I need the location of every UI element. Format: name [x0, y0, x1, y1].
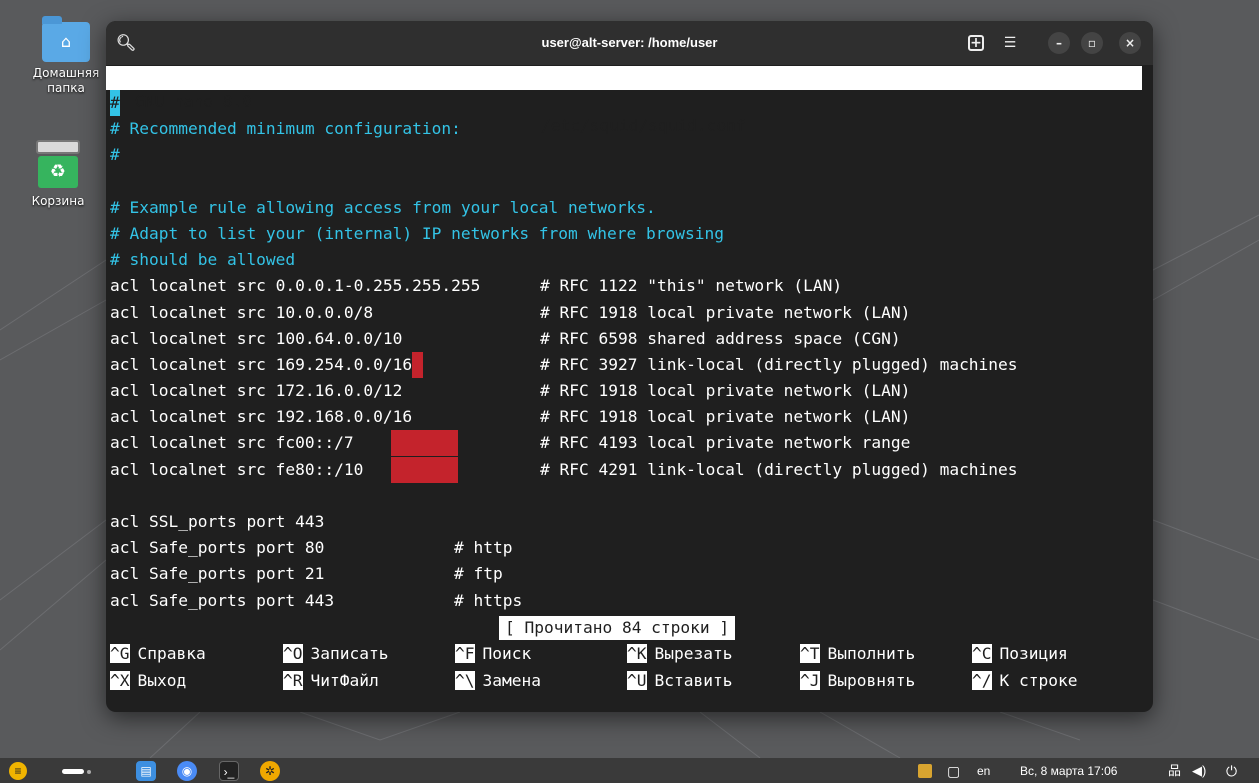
desktop-home-label: Домашняя папка: [32, 66, 100, 95]
terminal-app-icon[interactable]: ›_: [219, 761, 239, 781]
shortcut-write[interactable]: ^O Записать: [283, 640, 388, 667]
acl-rule: acl localnet src 10.0.0.0/8: [110, 302, 374, 322]
acl-rule: acl localnet src fe80::/10: [110, 459, 364, 479]
desktop-trash[interactable]: ♻ Корзина: [23, 140, 93, 209]
editor-line: acl Safe_ports port 80 # http: [110, 535, 1153, 561]
folder-home-icon: ⌂: [42, 16, 90, 62]
editor-line: acl Safe_ports port 443 # https: [110, 588, 1153, 614]
minimize-icon[interactable]: –: [1048, 32, 1070, 54]
new-tab-icon[interactable]: +: [968, 35, 984, 51]
shortcut-replace[interactable]: ^\ Замена: [455, 667, 541, 694]
editor-line: # should be allowed: [110, 250, 296, 270]
acl-rule: acl Safe_ports port 21: [110, 564, 325, 584]
editor-line: acl SSL_ports port 443: [110, 512, 325, 531]
acl-rule: acl Safe_ports port 80: [110, 538, 325, 558]
workspace-switcher-icon[interactable]: [62, 760, 92, 782]
acl-comment: # RFC 1918 local private network (LAN): [540, 302, 911, 322]
nano-header: GNU nano 8.0 /etc/squid/squid.conf: [106, 66, 1142, 135]
shortcut-read-file[interactable]: ^R ЧитФайл: [283, 667, 379, 694]
editor-line: #: [110, 90, 1153, 117]
chromium-browser-icon[interactable]: ◉: [177, 761, 197, 781]
desktop-home-folder[interactable]: ⌂ Домашняя папка: [31, 16, 101, 96]
window-title: user@alt-server: /home/user: [541, 35, 718, 50]
text-cursor: #: [110, 90, 120, 117]
shortcut-go-to-line[interactable]: ^/К строке: [972, 667, 1077, 694]
redaction-mark: [412, 351, 424, 378]
acl-comment: # RFC 4291 link-local (directly plugged)…: [540, 459, 1018, 479]
editor-line: # Recommended minimum configuration:: [110, 119, 461, 139]
terminal-window: 🔍︎ user@alt-server: /home/user + ☰ – ▫ ×…: [106, 21, 1153, 712]
trash-icon: ♻: [36, 140, 80, 190]
editor-line: acl localnet src 192.168.0.0/16 # RFC 191…: [110, 404, 1153, 430]
editor-line: acl localnet src 172.16.0.0/12 # RFC 1918…: [110, 378, 1153, 404]
maximize-icon[interactable]: ▫: [1081, 32, 1103, 54]
editor-line: acl localnet src 100.64.0.0/10 # RFC 6598…: [110, 326, 1153, 352]
shortcut-row-2: ^X Выход ^R ЧитФайл ^\ Замена ^U Вставить ^J…: [110, 667, 1153, 694]
menu-icon[interactable]: ☰: [999, 32, 1021, 54]
desktop-trash-label: Корзина: [31, 194, 85, 208]
editor-line: acl localnet src 0.0.0.1-0.255.255.255 # …: [110, 273, 1153, 299]
shortcut-justify[interactable]: ^J Выровнять: [800, 667, 915, 694]
shortcut-cut[interactable]: ^K Вырезать: [627, 640, 732, 667]
acl-rule: acl localnet src 192.168.0.0/16: [110, 407, 413, 427]
file-manager-icon[interactable]: ▤: [136, 761, 156, 781]
nano-status-bar: [ Прочитано 84 строки ]: [110, 614, 1153, 640]
acl-comment: # RFC 6598 shared address space (CGN): [540, 328, 901, 348]
clock-datetime[interactable]: Вс, 8 марта 17:06: [1020, 760, 1117, 782]
editor-line: acl localnet src fe80::/10 # RFC 4291 lin…: [110, 456, 1153, 483]
taskbar: ≡ ▤ ◉ ›_ ✲ ▢ en Вс, 8 марта 17:06 品 ◀) ⏻: [0, 758, 1259, 783]
redaction-mark: [391, 456, 458, 483]
terminal-content[interactable]: GNU nano 8.0 /etc/squid/squid.conf # # R…: [106, 65, 1153, 712]
redaction-mark: [391, 430, 458, 457]
acl-comment: # RFC 1918 local private network (LAN): [540, 407, 911, 427]
acl-comment: # RFC 1122 "this" network (LAN): [540, 276, 843, 296]
acl-rule: acl localnet src 0.0.0.1-0.255.255.255: [110, 276, 481, 296]
editor-line: acl localnet src 10.0.0.0/8 # RFC 1918 lo…: [110, 300, 1153, 326]
editor-line: acl localnet src 169.254.0.0/16 # RFC 392…: [110, 351, 1153, 378]
acl-rule: acl localnet src 100.64.0.0/10: [110, 328, 403, 348]
shortcut-row-1: ^G Справка ^O Записать ^F Поиск ^K Вырезать …: [110, 640, 1153, 667]
shortcut-execute[interactable]: ^T Выполнить: [800, 640, 915, 667]
app-menu-icon[interactable]: ≡: [9, 762, 27, 780]
acl-comment: # RFC 3927 link-local (directly plugged)…: [540, 354, 1018, 374]
settings-app-icon[interactable]: ✲: [260, 761, 280, 781]
acl-comment: # RFC 1918 local private network (LAN): [540, 381, 911, 401]
shortcut-search[interactable]: ^F Поиск: [455, 640, 531, 667]
notes-tray-icon[interactable]: [918, 764, 932, 778]
volume-icon[interactable]: ◀): [1192, 760, 1206, 782]
close-icon[interactable]: ×: [1119, 32, 1141, 54]
editor-line-empty: [110, 483, 1153, 509]
acl-comment: # https: [454, 590, 523, 610]
acl-rule: acl Safe_ports port 443: [110, 590, 335, 610]
keyboard-layout[interactable]: en: [977, 760, 990, 782]
acl-rule: acl localnet src 172.16.0.0/12: [110, 381, 403, 401]
power-icon[interactable]: ⏻: [1226, 760, 1237, 782]
clipboard-tray-icon[interactable]: ▢: [947, 760, 960, 782]
network-icon[interactable]: 品: [1168, 760, 1181, 782]
acl-comment: # RFC 4193 local private network range: [540, 433, 911, 453]
editor-line: acl localnet src fc00::/7 # RFC 4193 loca…: [110, 430, 1153, 457]
acl-rule: acl localnet src 169.254.0.0/16: [110, 354, 413, 374]
editor-line-empty: [110, 169, 1153, 195]
shortcut-help[interactable]: ^G Справка: [110, 640, 206, 667]
editor-line: #: [110, 145, 120, 165]
editor-line: # Example rule allowing access from your…: [110, 197, 656, 217]
nano-status-message: [ Прочитано 84 строки ]: [499, 615, 736, 640]
acl-comment: # http: [454, 538, 513, 558]
shortcut-exit[interactable]: ^X Выход: [110, 667, 186, 694]
acl-rule: acl localnet src fc00::/7: [110, 433, 354, 453]
shortcut-paste[interactable]: ^U Вставить: [627, 667, 732, 694]
window-titlebar[interactable]: 🔍︎ user@alt-server: /home/user + ☰ – ▫ ×: [106, 21, 1153, 65]
editor-line: acl Safe_ports port 21 # ftp: [110, 561, 1153, 587]
shortcut-position[interactable]: ^C Позиция: [972, 640, 1068, 667]
acl-comment: # ftp: [454, 564, 503, 584]
editor-line: # Adapt to list your (internal) IP netwo…: [110, 223, 724, 243]
